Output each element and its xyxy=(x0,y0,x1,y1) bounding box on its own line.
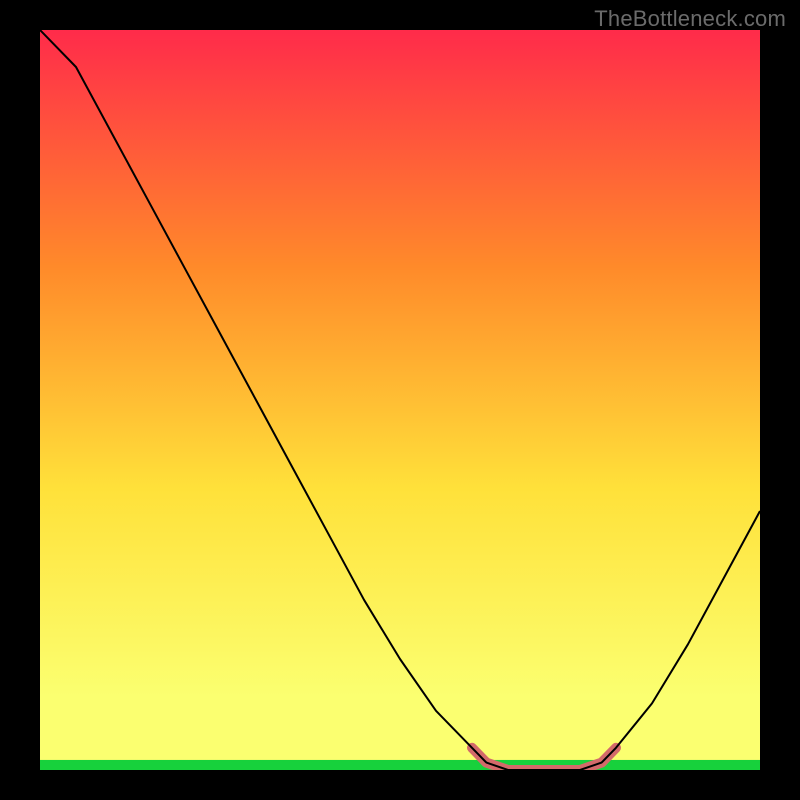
watermark-text: TheBottleneck.com xyxy=(594,6,786,32)
chart-svg xyxy=(40,30,760,770)
plot-area xyxy=(40,30,760,770)
chart-container: TheBottleneck.com xyxy=(0,0,800,800)
green-baseline-band xyxy=(40,760,760,770)
